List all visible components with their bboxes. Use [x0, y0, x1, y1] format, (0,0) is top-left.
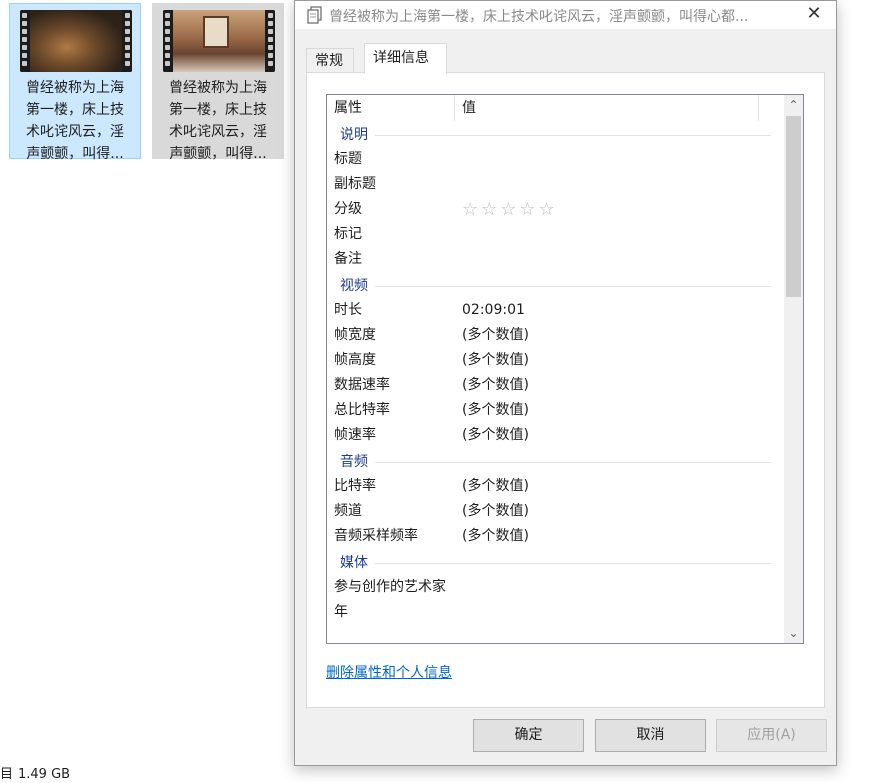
property-name: 参与创作的艺术家 — [334, 579, 446, 595]
property-row[interactable]: 比特率 (多个数值) — [327, 474, 785, 499]
property-name: 分级 — [334, 201, 362, 217]
property-value: (多个数值) — [462, 427, 529, 443]
scrollbar-thumb[interactable] — [786, 116, 801, 297]
property-name: 备注 — [334, 251, 362, 267]
group-divider — [375, 135, 771, 136]
group-media: 媒体 — [327, 549, 785, 575]
property-row[interactable]: 副标题 — [327, 172, 785, 197]
group-divider — [375, 286, 771, 287]
group-divider — [375, 563, 771, 564]
cancel-button[interactable]: 取消 — [595, 719, 706, 752]
rating-stars-icon[interactable]: ☆☆☆☆☆ — [462, 197, 558, 222]
property-name: 频道 — [334, 503, 362, 519]
property-value: (多个数值) — [462, 327, 529, 343]
status-icon: 目 — [0, 767, 14, 782]
list-header: 属性 值 — [327, 95, 785, 121]
property-value: (多个数值) — [462, 377, 529, 393]
group-divider — [375, 462, 771, 463]
properties-dialog: 曾经被称为上海第一楼，床上技术叱诧风云，淫声颤颤，叫得心都... ✕ 常规 详细… — [294, 0, 837, 766]
file-tile-1[interactable]: 曾经被称为上海 第一楼，床上技 术叱诧风云，淫 声颤颤，叫得... — [9, 3, 141, 162]
file-tile-2[interactable]: 曾经被称为上海 第一楼，床上技 术叱诧风云，淫 声颤颤，叫得... — [152, 3, 284, 162]
scroll-up-icon[interactable]: ⌃ — [784, 95, 803, 115]
property-list[interactable]: 属性 值 说明 标题 副标题 分级 ☆☆☆☆☆ 标记 备注 视频 时长 02:0… — [326, 94, 804, 644]
ok-button[interactable]: 确定 — [473, 719, 584, 752]
status-bar: 目 1.49 GB — [0, 763, 70, 782]
property-row[interactable]: 备注 — [327, 247, 785, 272]
property-name: 帧速率 — [334, 427, 376, 443]
property-name: 时长 — [334, 302, 362, 318]
property-value: (多个数值) — [462, 478, 529, 494]
close-icon[interactable]: ✕ — [802, 3, 826, 27]
property-row[interactable]: 帧高度 (多个数值) — [327, 348, 785, 373]
title-bar[interactable]: 曾经被称为上海第一楼，床上技术叱诧风云，淫声颤颤，叫得心都... ✕ — [295, 1, 836, 29]
property-row[interactable]: 时长 02:09:01 — [327, 298, 785, 323]
scroll-down-icon[interactable]: ⌄ — [784, 623, 803, 643]
video-thumbnail — [163, 10, 275, 72]
property-row[interactable]: 频道 (多个数值) — [327, 499, 785, 524]
property-row[interactable]: 帧速率 (多个数值) — [327, 423, 785, 448]
group-description: 说明 — [327, 121, 785, 147]
property-value: (多个数值) — [462, 402, 529, 418]
group-label: 音频 — [340, 454, 368, 470]
property-name: 年 — [334, 604, 348, 620]
file-name: 曾经被称为上海 第一楼，床上技 术叱诧风云，淫 声颤颤，叫得... — [26, 80, 124, 162]
property-row[interactable]: 帧宽度 (多个数值) — [327, 323, 785, 348]
property-value: (多个数值) — [462, 528, 529, 544]
property-name: 帧高度 — [334, 352, 376, 368]
group-label: 视频 — [340, 278, 368, 294]
property-row[interactable]: 总比特率 (多个数值) — [327, 398, 785, 423]
dialog-title: 曾经被称为上海第一楼，床上技术叱诧风云，淫声颤颤，叫得心都... — [329, 9, 749, 25]
tab-general[interactable]: 常规 — [306, 48, 354, 74]
column-property[interactable]: 属性 — [327, 95, 455, 121]
selection-size: 1.49 GB — [18, 767, 71, 782]
property-name: 标记 — [334, 226, 362, 242]
column-value[interactable]: 值 — [455, 95, 759, 121]
property-name: 副标题 — [334, 176, 376, 192]
property-row[interactable]: 标记 — [327, 222, 785, 247]
vertical-scrollbar[interactable]: ⌃ ⌄ — [784, 95, 803, 643]
remove-properties-link[interactable]: 删除属性和个人信息 — [326, 662, 452, 682]
group-audio: 音频 — [327, 448, 785, 474]
group-video: 视频 — [327, 272, 785, 298]
property-name: 比特率 — [334, 478, 376, 494]
apply-button[interactable]: 应用(A) — [716, 719, 827, 752]
property-name: 数据速率 — [334, 377, 390, 393]
details-panel: 属性 值 说明 标题 副标题 分级 ☆☆☆☆☆ 标记 备注 视频 时长 02:0… — [306, 72, 825, 708]
property-name: 标题 — [334, 151, 362, 167]
property-value: 02:09:01 — [462, 302, 525, 318]
property-row[interactable]: 年 — [327, 600, 785, 625]
properties-icon — [305, 5, 325, 25]
property-row[interactable]: 参与创作的艺术家 — [327, 575, 785, 600]
property-row[interactable]: 标题 — [327, 147, 785, 172]
property-row[interactable]: 数据速率 (多个数值) — [327, 373, 785, 398]
file-name: 曾经被称为上海 第一楼，床上技 术叱诧风云，淫 声颤颤，叫得... — [169, 80, 267, 162]
video-thumbnail — [20, 10, 132, 72]
group-label: 媒体 — [340, 555, 368, 571]
property-value: (多个数值) — [462, 352, 529, 368]
tab-details[interactable]: 详细信息 — [364, 43, 447, 74]
property-name: 帧宽度 — [334, 327, 376, 343]
property-row[interactable]: 音频采样频率 (多个数值) — [327, 524, 785, 549]
property-name: 总比特率 — [334, 402, 390, 418]
property-rows: 说明 标题 副标题 分级 ☆☆☆☆☆ 标记 备注 视频 时长 02:09:01 帧宽… — [327, 121, 785, 625]
property-value: (多个数值) — [462, 503, 529, 519]
property-name: 音频采样频率 — [334, 528, 418, 544]
group-label: 说明 — [340, 127, 368, 143]
property-row[interactable]: 分级 ☆☆☆☆☆ — [327, 197, 785, 222]
